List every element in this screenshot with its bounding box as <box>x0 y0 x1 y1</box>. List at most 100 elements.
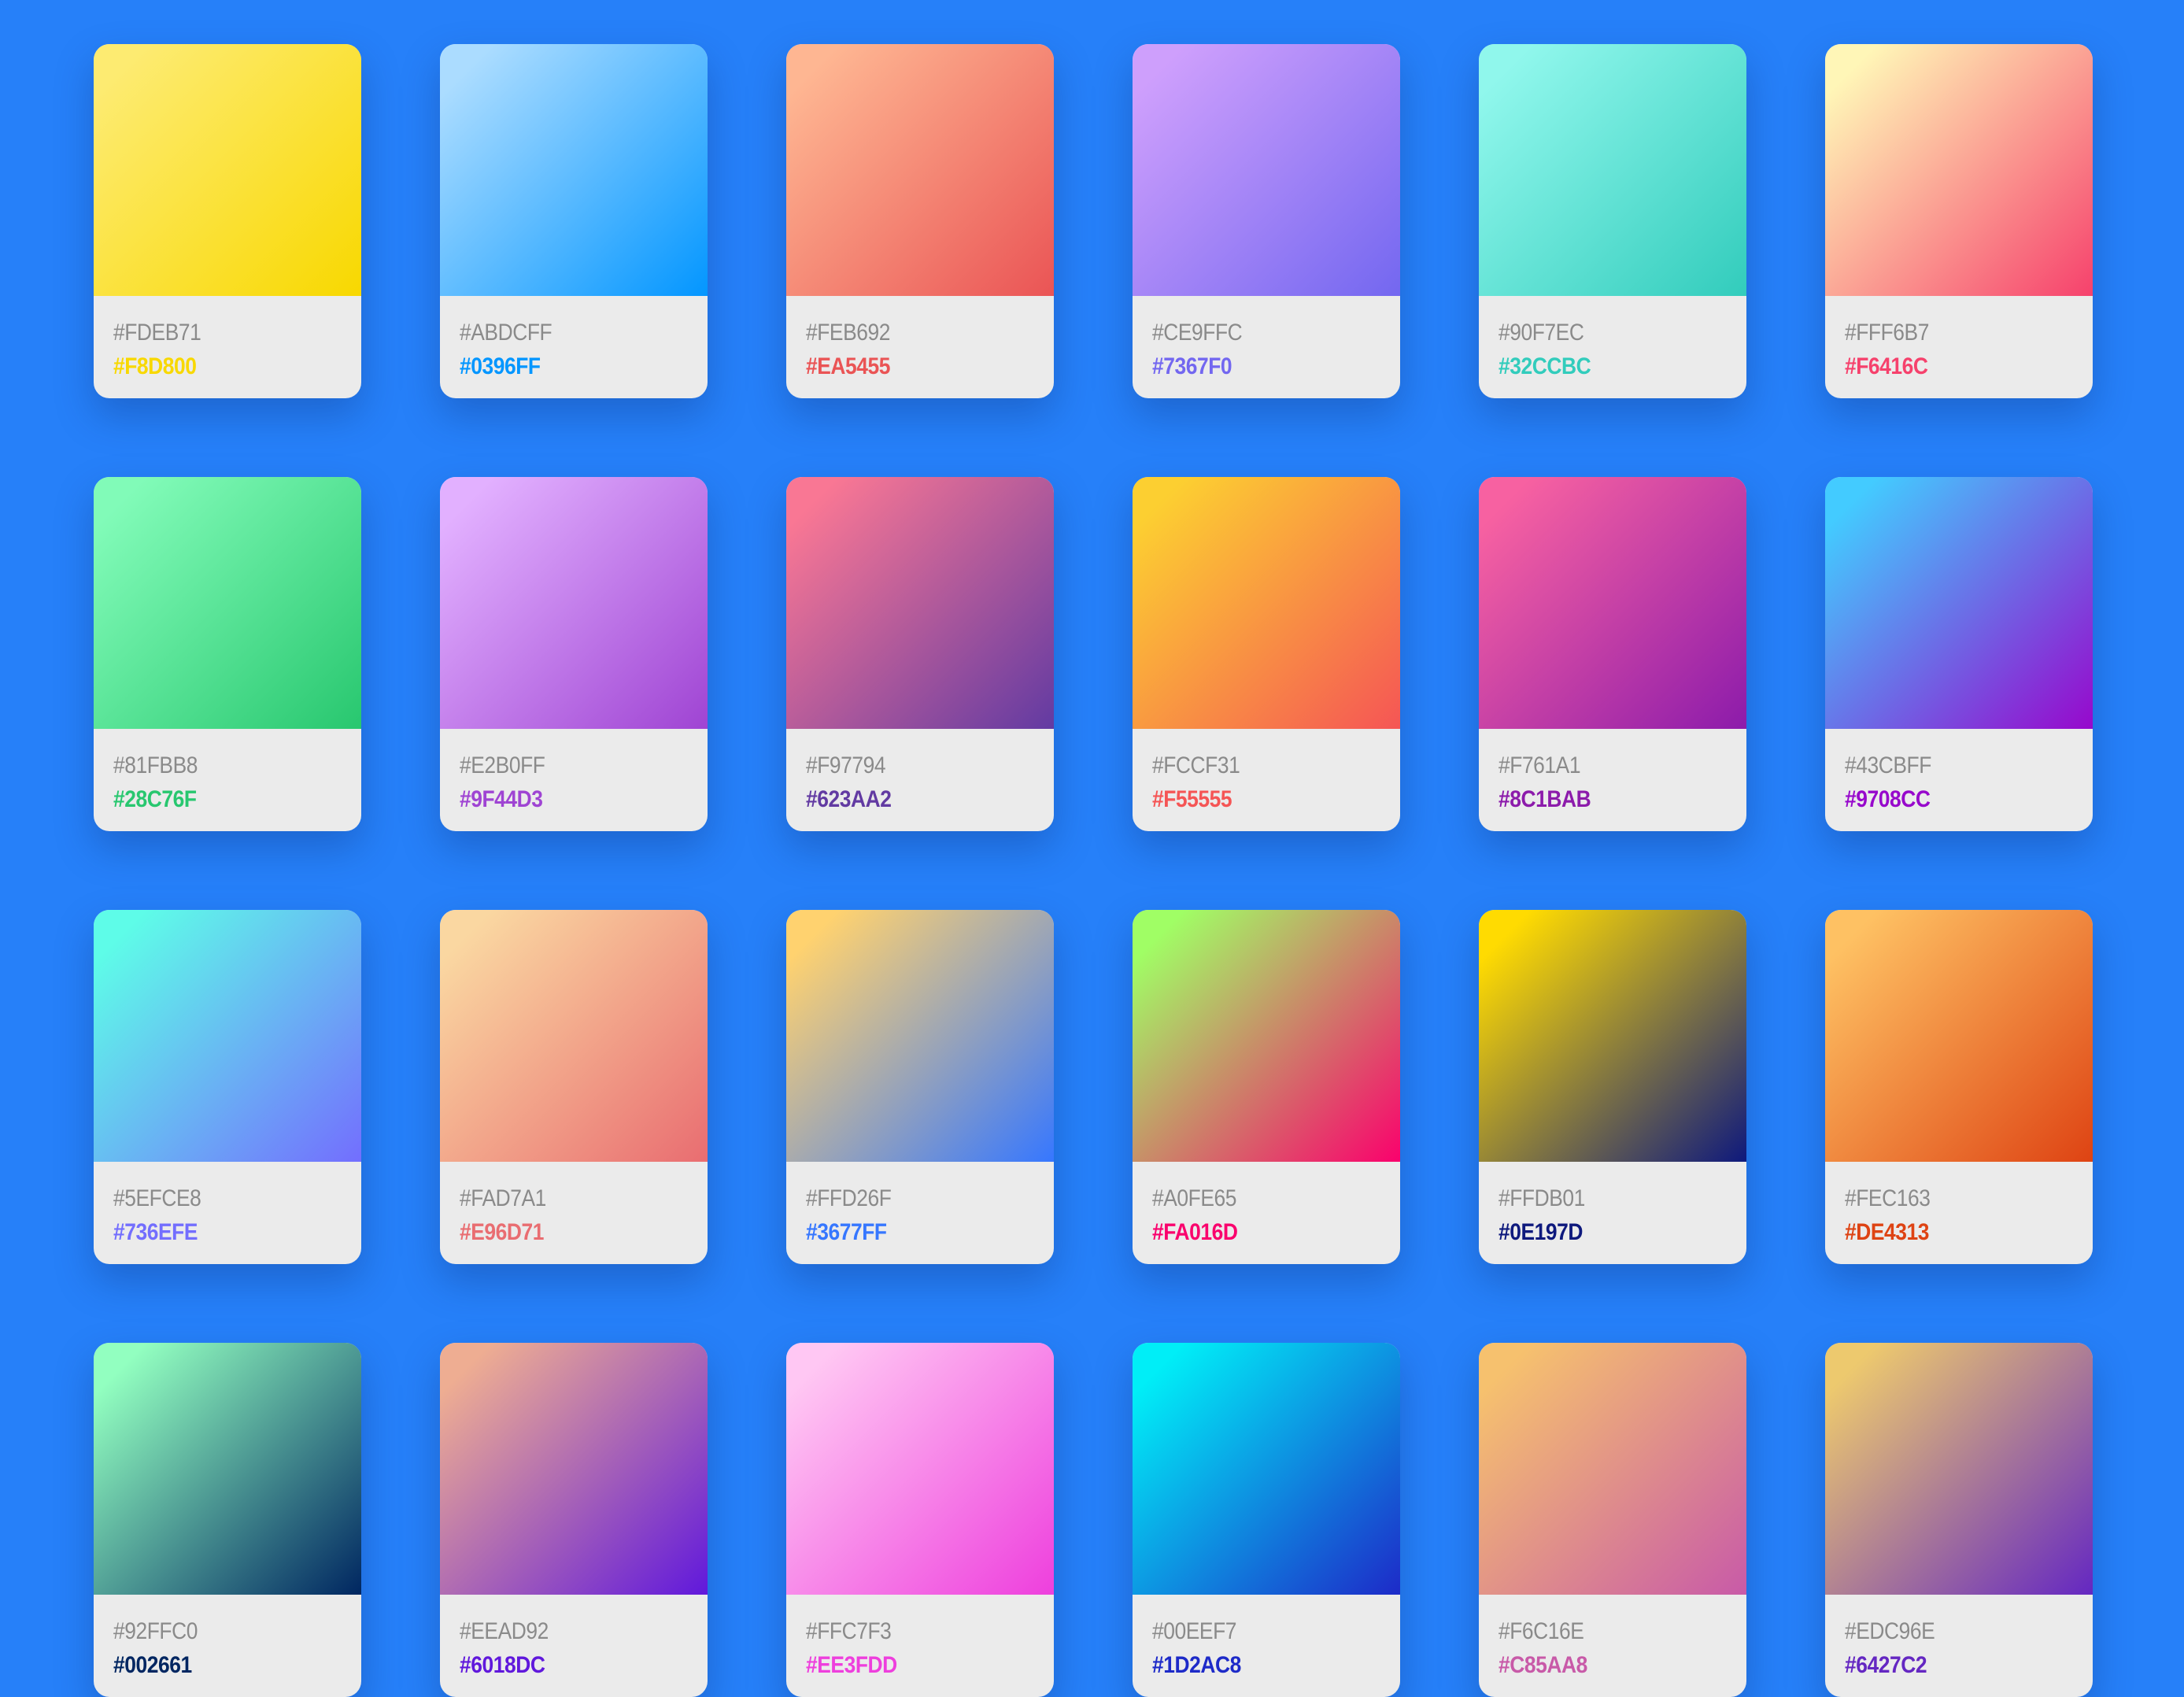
gradient-end-color-code[interactable]: #8C1BAB <box>1498 782 1717 817</box>
gradient-start-color-code[interactable]: #FFF6B7 <box>1845 316 2063 349</box>
gradient-swatch[interactable] <box>1479 910 1746 1162</box>
gradient-card[interactable]: #E2B0FF #9F44D3 <box>440 477 708 831</box>
gradient-card-grid: #FDEB71 #F8D800 #ABDCFF #0396FF #FEB692 #EA54… <box>94 44 2093 1697</box>
gradient-end-color-code[interactable]: #9708CC <box>1845 782 2063 817</box>
gradient-start-color-code[interactable]: #90F7EC <box>1498 316 1717 349</box>
gradient-info: #90F7EC #32CCBC <box>1479 296 1746 379</box>
gradient-card[interactable]: #90F7EC #32CCBC <box>1479 44 1746 398</box>
gradient-end-color-code[interactable]: #7367F0 <box>1152 349 1370 384</box>
gradient-start-color-code[interactable]: #EDC96E <box>1845 1615 2063 1648</box>
gradient-end-color-code[interactable]: #F55555 <box>1152 782 1370 817</box>
gradient-swatch[interactable] <box>1133 1343 1400 1595</box>
gradient-card[interactable]: #43CBFF #9708CC <box>1825 477 2093 831</box>
gradient-start-color-code[interactable]: #00EEF7 <box>1152 1615 1370 1648</box>
gradient-end-color-code[interactable]: #DE4313 <box>1845 1215 2063 1250</box>
gradient-swatch[interactable] <box>1825 1343 2093 1595</box>
gradient-info: #F761A1 #8C1BAB <box>1479 729 1746 812</box>
gradient-card[interactable]: #00EEF7 #1D2AC8 <box>1133 1343 1400 1697</box>
gradient-start-color-code[interactable]: #5EFCE8 <box>113 1182 331 1215</box>
gradient-card[interactable]: #F97794 #623AA2 <box>786 477 1054 831</box>
gradient-start-color-code[interactable]: #FDEB71 <box>113 316 331 349</box>
gradient-start-color-code[interactable]: #CE9FFC <box>1152 316 1370 349</box>
gradient-card[interactable]: #FFDB01 #0E197D <box>1479 910 1746 1264</box>
gradient-start-color-code[interactable]: #FFD26F <box>806 1182 1024 1215</box>
gradient-end-color-code[interactable]: #EE3FDD <box>806 1648 1024 1683</box>
gradient-card[interactable]: #ABDCFF #0396FF <box>440 44 708 398</box>
gradient-card[interactable]: #81FBB8 #28C76F <box>94 477 361 831</box>
gradient-end-color-code[interactable]: #F6416C <box>1845 349 2063 384</box>
gradient-card[interactable]: #FEC163 #DE4313 <box>1825 910 2093 1264</box>
gradient-swatch[interactable] <box>94 1343 361 1595</box>
gradient-end-color-code[interactable]: #736EFE <box>113 1215 331 1250</box>
gradient-swatch[interactable] <box>1825 44 2093 296</box>
gradient-card[interactable]: #F6C16E #C85AA8 <box>1479 1343 1746 1697</box>
gradient-end-color-code[interactable]: #0E197D <box>1498 1215 1717 1250</box>
gradient-swatch[interactable] <box>1479 44 1746 296</box>
gradient-swatch[interactable] <box>786 910 1054 1162</box>
gradient-start-color-code[interactable]: #92FFC0 <box>113 1615 331 1648</box>
gradient-swatch[interactable] <box>440 44 708 296</box>
gradient-swatch[interactable] <box>1825 910 2093 1162</box>
gradient-card[interactable]: #CE9FFC #7367F0 <box>1133 44 1400 398</box>
gradient-info: #E2B0FF #9F44D3 <box>440 729 708 812</box>
gradient-card[interactable]: #5EFCE8 #736EFE <box>94 910 361 1264</box>
gradient-card[interactable]: #F761A1 #8C1BAB <box>1479 477 1746 831</box>
gradient-start-color-code[interactable]: #81FBB8 <box>113 749 331 782</box>
gradient-end-color-code[interactable]: #002661 <box>113 1648 331 1683</box>
gradient-start-color-code[interactable]: #FFC7F3 <box>806 1615 1024 1648</box>
gradient-swatch[interactable] <box>786 477 1054 729</box>
gradient-end-color-code[interactable]: #F8D800 <box>113 349 331 384</box>
gradient-card[interactable]: #FAD7A1 #E96D71 <box>440 910 708 1264</box>
gradient-card[interactable]: #FFC7F3 #EE3FDD <box>786 1343 1054 1697</box>
gradient-start-color-code[interactable]: #F6C16E <box>1498 1615 1717 1648</box>
gradient-start-color-code[interactable]: #FEB692 <box>806 316 1024 349</box>
gradient-end-color-code[interactable]: #FA016D <box>1152 1215 1370 1250</box>
gradient-end-color-code[interactable]: #1D2AC8 <box>1152 1648 1370 1683</box>
gradient-start-color-code[interactable]: #43CBFF <box>1845 749 2063 782</box>
gradient-end-color-code[interactable]: #6018DC <box>460 1648 678 1683</box>
gradient-end-color-code[interactable]: #28C76F <box>113 782 331 817</box>
gradient-card[interactable]: #EEAD92 #6018DC <box>440 1343 708 1697</box>
gradient-swatch[interactable] <box>94 44 361 296</box>
gradient-start-color-code[interactable]: #F97794 <box>806 749 1024 782</box>
gradient-swatch[interactable] <box>1825 477 2093 729</box>
gradient-card[interactable]: #FDEB71 #F8D800 <box>94 44 361 398</box>
gradient-swatch[interactable] <box>440 1343 708 1595</box>
gradient-start-color-code[interactable]: #FAD7A1 <box>460 1182 678 1215</box>
gradient-card[interactable]: #FFF6B7 #F6416C <box>1825 44 2093 398</box>
gradient-start-color-code[interactable]: #E2B0FF <box>460 749 678 782</box>
gradient-swatch[interactable] <box>1133 910 1400 1162</box>
gradient-swatch[interactable] <box>1133 44 1400 296</box>
gradient-start-color-code[interactable]: #EEAD92 <box>460 1615 678 1648</box>
gradient-card[interactable]: #92FFC0 #002661 <box>94 1343 361 1697</box>
gradient-card[interactable]: #FFD26F #3677FF <box>786 910 1054 1264</box>
gradient-swatch[interactable] <box>1479 1343 1746 1595</box>
gradient-swatch[interactable] <box>440 477 708 729</box>
gradient-end-color-code[interactable]: #C85AA8 <box>1498 1648 1717 1683</box>
gradient-end-color-code[interactable]: #0396FF <box>460 349 678 384</box>
gradient-start-color-code[interactable]: #F761A1 <box>1498 749 1717 782</box>
gradient-card[interactable]: #FCCF31 #F55555 <box>1133 477 1400 831</box>
gradient-swatch[interactable] <box>786 1343 1054 1595</box>
gradient-swatch[interactable] <box>440 910 708 1162</box>
gradient-end-color-code[interactable]: #EA5455 <box>806 349 1024 384</box>
gradient-start-color-code[interactable]: #FCCF31 <box>1152 749 1370 782</box>
gradient-swatch[interactable] <box>94 477 361 729</box>
gradient-swatch[interactable] <box>1133 477 1400 729</box>
gradient-start-color-code[interactable]: #A0FE65 <box>1152 1182 1370 1215</box>
gradient-end-color-code[interactable]: #9F44D3 <box>460 782 678 817</box>
gradient-end-color-code[interactable]: #623AA2 <box>806 782 1024 817</box>
gradient-card[interactable]: #FEB692 #EA5455 <box>786 44 1054 398</box>
gradient-swatch[interactable] <box>94 910 361 1162</box>
gradient-end-color-code[interactable]: #32CCBC <box>1498 349 1717 384</box>
gradient-start-color-code[interactable]: #ABDCFF <box>460 316 678 349</box>
gradient-end-color-code[interactable]: #E96D71 <box>460 1215 678 1250</box>
gradient-swatch[interactable] <box>786 44 1054 296</box>
gradient-card[interactable]: #EDC96E #6427C2 <box>1825 1343 2093 1697</box>
gradient-start-color-code[interactable]: #FEC163 <box>1845 1182 2063 1215</box>
gradient-swatch[interactable] <box>1479 477 1746 729</box>
gradient-card[interactable]: #A0FE65 #FA016D <box>1133 910 1400 1264</box>
gradient-end-color-code[interactable]: #6427C2 <box>1845 1648 2063 1683</box>
gradient-start-color-code[interactable]: #FFDB01 <box>1498 1182 1717 1215</box>
gradient-end-color-code[interactable]: #3677FF <box>806 1215 1024 1250</box>
